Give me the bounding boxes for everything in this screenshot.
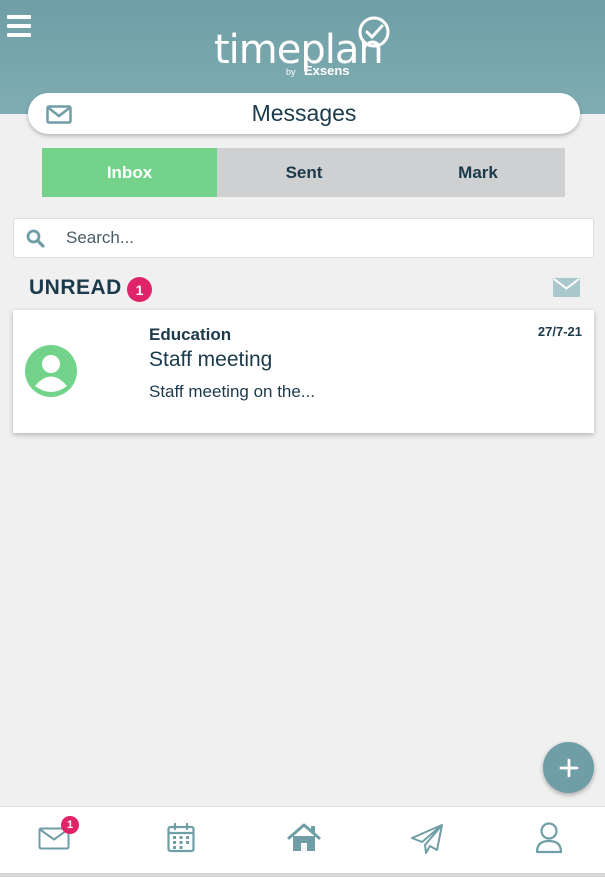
home-icon: [287, 823, 321, 851]
logo-by-label: by: [286, 67, 296, 77]
user-icon: [535, 822, 563, 854]
section-title-unread: UNREAD: [29, 276, 122, 299]
tab-sent[interactable]: Sent: [217, 148, 391, 197]
envelope-icon[interactable]: [553, 277, 580, 297]
calendar-icon: [167, 823, 195, 853]
bottom-divider: [0, 873, 605, 877]
nav-profile[interactable]: [524, 815, 574, 855]
timeplan-logo: timeplan by Exsens: [210, 14, 400, 80]
nav-home[interactable]: [279, 815, 329, 855]
message-category: Education: [149, 325, 232, 344]
nav-messages-badge: 1: [61, 816, 79, 834]
search-icon: [26, 229, 45, 248]
user-avatar-icon: [25, 345, 77, 397]
clock-check-icon: [358, 16, 390, 48]
unread-count-badge: 1: [127, 277, 152, 302]
message-date: 27/7-21: [537, 324, 582, 339]
nav-calendar[interactable]: [156, 815, 206, 855]
logo-brand: Exsens: [304, 63, 350, 78]
message-preview: Staff meeting on the...: [149, 382, 316, 401]
bottom-navigation: 1: [0, 806, 605, 877]
plus-icon: [559, 758, 578, 777]
message-subject: Staff meeting: [149, 348, 273, 371]
page-title-bar: Messages: [28, 93, 580, 134]
page-title: Messages: [251, 100, 357, 126]
search-bar: [13, 218, 594, 258]
tab-inbox[interactable]: Inbox: [42, 148, 217, 197]
message-list-item[interactable]: Education 27/7-21 Staff meeting Staff me…: [13, 310, 594, 433]
search-input[interactable]: [66, 219, 586, 257]
tab-mark[interactable]: Mark: [391, 148, 565, 197]
nav-messages[interactable]: 1: [29, 815, 79, 855]
message-tabs: Inbox Sent Mark: [42, 148, 565, 197]
new-message-button[interactable]: [543, 742, 594, 793]
nav-sent[interactable]: [402, 815, 452, 855]
hamburger-menu-icon[interactable]: [7, 15, 31, 37]
paper-plane-icon: [411, 824, 443, 854]
